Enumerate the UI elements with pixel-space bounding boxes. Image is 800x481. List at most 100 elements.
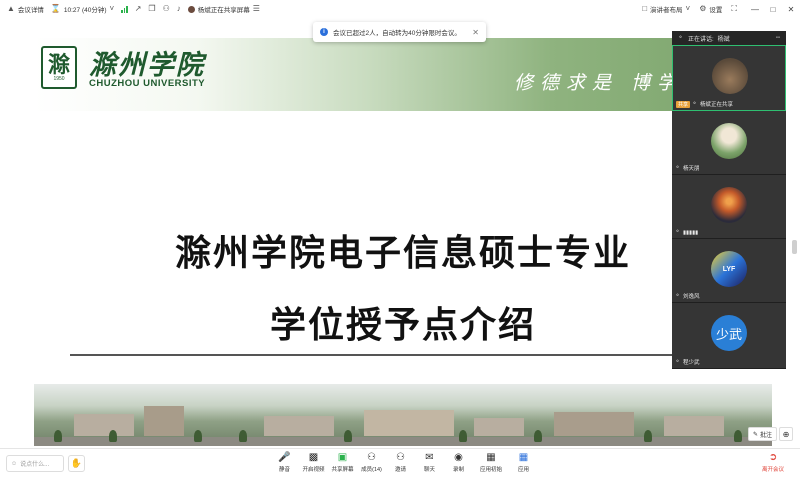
menu-icon: ☰ xyxy=(252,4,260,13)
apps-icon: ▦ xyxy=(486,452,496,463)
sharer-avatar xyxy=(187,5,195,13)
participant-tile[interactable]: 少武 ⚬ 程少武 xyxy=(672,303,786,369)
emoji-icon: ☺ xyxy=(11,460,18,467)
meeting-timer[interactable]: ⌛ 10:27 (40分钟) ˅ xyxy=(51,4,115,15)
timer-label: 10:27 (40分钟) xyxy=(63,7,107,14)
minimize-button[interactable]: — xyxy=(746,5,764,14)
annotate-button[interactable]: ✎ 批注 xyxy=(748,427,778,441)
record-button[interactable]: ◉ 录制 xyxy=(444,452,473,473)
chat-input[interactable]: ☺ 说点什么... xyxy=(6,455,64,472)
zoom-button[interactable]: ⊕ xyxy=(779,427,793,441)
people-icon: ⚇ xyxy=(162,4,170,13)
avatar: 少武 xyxy=(711,315,747,351)
pen-icon: ✎ xyxy=(753,431,759,438)
info-icon: i xyxy=(320,28,328,36)
speaker-layout-label: 演讲者布局 xyxy=(650,7,683,14)
fullscreen-icon: ⛶ xyxy=(731,4,737,13)
microphone-muted-icon: ⚬ xyxy=(675,229,681,235)
start-video-label: 开启视频 xyxy=(302,467,325,473)
participant-name: 程少武 xyxy=(683,360,700,366)
slide-title-line2: 学位授予点介绍 xyxy=(269,304,536,346)
top-bar: ▲ 会议详情 ⌛ 10:27 (40分钟) ˅ ↗ ❐ ⚇ ♪ 杨斌正在共享屏幕… xyxy=(0,0,800,18)
fullscreen-button[interactable]: ⛶ xyxy=(731,5,737,13)
slide-banner: 滁 1950 滁州学院 CHUZHOU UNIVERSITY 修德求是 博学 xyxy=(34,38,772,111)
participant-label: ⚬ ▮▮▮▮▮ xyxy=(675,229,698,236)
microphone-icon: ⚬ xyxy=(675,164,681,171)
annotate-label: 批注 xyxy=(760,432,773,439)
chat-label: 聊天 xyxy=(423,467,435,473)
invite-button[interactable]: ⚇ 邀请 xyxy=(386,452,415,473)
slide-divider xyxy=(70,354,738,356)
university-seal-logo: 滁 1950 xyxy=(41,46,77,89)
participant-name: ▮▮▮▮▮ xyxy=(683,229,699,236)
members-button[interactable]: ⚇ 成员(14) xyxy=(357,452,386,473)
raise-hand-button[interactable]: ✋ xyxy=(68,455,85,472)
share-status-label: 杨斌正在共享屏幕 xyxy=(197,7,250,14)
settings-button[interactable]: ⚙ 设置 xyxy=(699,4,723,15)
participant-label: ⚬ 刘逸风 xyxy=(675,292,700,301)
participant-tile[interactable]: ⚬ 杨天朋 xyxy=(672,111,786,175)
participant-panel: ⚬ 正在讲话: 杨斌 ▪▪ 共享 ⚬ 杨斌正在共享 ⚬ 杨天朋 ⚬ ▮▮▮▮▮ … xyxy=(672,31,786,369)
panel-resize-handle[interactable] xyxy=(792,240,797,254)
exit-icon: ➲ xyxy=(768,452,778,463)
record-icon: ◉ xyxy=(454,452,463,463)
apps-button[interactable]: ▦ 应用 xyxy=(509,452,538,473)
record-label: 录制 xyxy=(452,467,464,473)
chat-button[interactable]: ✉ 聊天 xyxy=(415,452,444,473)
participant-tile[interactable]: 共享 ⚬ 杨斌正在共享 xyxy=(672,45,786,111)
campus-panorama-image xyxy=(34,384,772,446)
invite-label: 邀请 xyxy=(394,467,406,473)
speaker-icon: ♪ xyxy=(176,4,181,13)
signal-bars-icon xyxy=(121,5,128,13)
chat-placeholder: 说点什么... xyxy=(20,462,50,468)
microphone-muted-icon: ⚬ xyxy=(675,358,681,365)
pip-button[interactable]: ↗ xyxy=(135,5,142,13)
mute-button[interactable]: 🎤 静音 xyxy=(270,452,299,473)
speaker-quick-button[interactable]: ♪ xyxy=(177,5,181,13)
close-window-button[interactable]: ✕ xyxy=(782,5,800,14)
participant-label: 共享 ⚬ 杨斌正在共享 xyxy=(676,100,733,108)
bottom-toolbar: ☺ 说点什么... ✋ 🎤 静音 ▩ 开启视频 ▣ 共享屏幕 ⚇ 成员(14) … xyxy=(0,448,800,481)
speaker-layout-button[interactable]: □ 演讲者布局 ˅ xyxy=(642,4,690,15)
maximize-button[interactable]: □ xyxy=(764,5,782,14)
notice-text: 会议已超过2人，自动转为40分钟限时会议。 xyxy=(333,30,461,37)
share-status[interactable]: 杨斌正在共享屏幕 ☰ xyxy=(187,4,260,14)
meeting-controls: 🎤 静音 ▩ 开启视频 ▣ 共享屏幕 ⚇ 成员(14) ⚇ 邀请 ✉ 聊天 ◉ … xyxy=(270,452,538,473)
speaking-indicator: ⚬ 正在讲话: 杨斌 ▪▪ xyxy=(672,31,786,45)
participant-label: ⚬ 杨天朋 xyxy=(675,164,700,173)
university-name-en: CHUZHOU UNIVERSITY xyxy=(89,78,206,89)
start-video-button[interactable]: ▩ 开启视频 xyxy=(299,452,328,473)
avatar xyxy=(712,58,748,94)
screen-share-icon: ▣ xyxy=(337,452,348,463)
collapse-panel-icon[interactable]: ▪▪ xyxy=(776,35,780,41)
apps-grid-icon: ▦ xyxy=(518,452,529,463)
participant-tile[interactable]: ⚬ ▮▮▮▮▮ xyxy=(672,175,786,239)
presentation-slide: 滁 1950 滁州学院 CHUZHOU UNIVERSITY 修德求是 博学 滁… xyxy=(34,38,772,446)
close-notice-icon[interactable]: ✕ xyxy=(472,28,479,37)
speaking-name: 杨斌 xyxy=(717,36,730,43)
microphone-muted-icon: ⚬ xyxy=(675,292,681,299)
chevron-down-icon: ˅ xyxy=(109,4,115,13)
settings-label: 设置 xyxy=(709,7,723,14)
hand-icon: ✋ xyxy=(70,458,83,468)
meeting-details-button[interactable]: ▲ 会议详情 xyxy=(7,4,44,15)
seal-glyph: 滁 xyxy=(47,51,70,78)
network-signal[interactable] xyxy=(121,5,128,13)
apps-initial-label: 应用初始 xyxy=(479,467,502,473)
members-quick-button[interactable]: ⚇ xyxy=(163,5,170,13)
copy-icon: ❐ xyxy=(148,4,156,13)
microphone-icon: ⚬ xyxy=(692,100,698,107)
copy-button[interactable]: ❐ xyxy=(148,5,155,13)
participant-label: ⚬ 程少武 xyxy=(675,358,700,367)
meeting-details-label: 会议详情 xyxy=(17,7,44,14)
slide-title-line1: 滁州学院电子信息硕士专业 xyxy=(174,232,631,274)
speaking-label: 正在讲话: xyxy=(688,36,714,43)
external-window-icon: ↗ xyxy=(134,4,142,13)
participant-tile[interactable]: LYF ⚬ 刘逸风 xyxy=(672,239,786,303)
leave-meeting-button[interactable]: ➲ 离开会议 xyxy=(762,452,784,473)
apps-initial-button[interactable]: ▦ 应用初始 xyxy=(473,452,509,473)
participant-name: 杨斌正在共享 xyxy=(700,102,734,108)
share-screen-button[interactable]: ▣ 共享屏幕 xyxy=(328,452,357,473)
layout-icon: □ xyxy=(642,4,648,13)
university-name-cn: 滁州学院 xyxy=(89,50,205,81)
